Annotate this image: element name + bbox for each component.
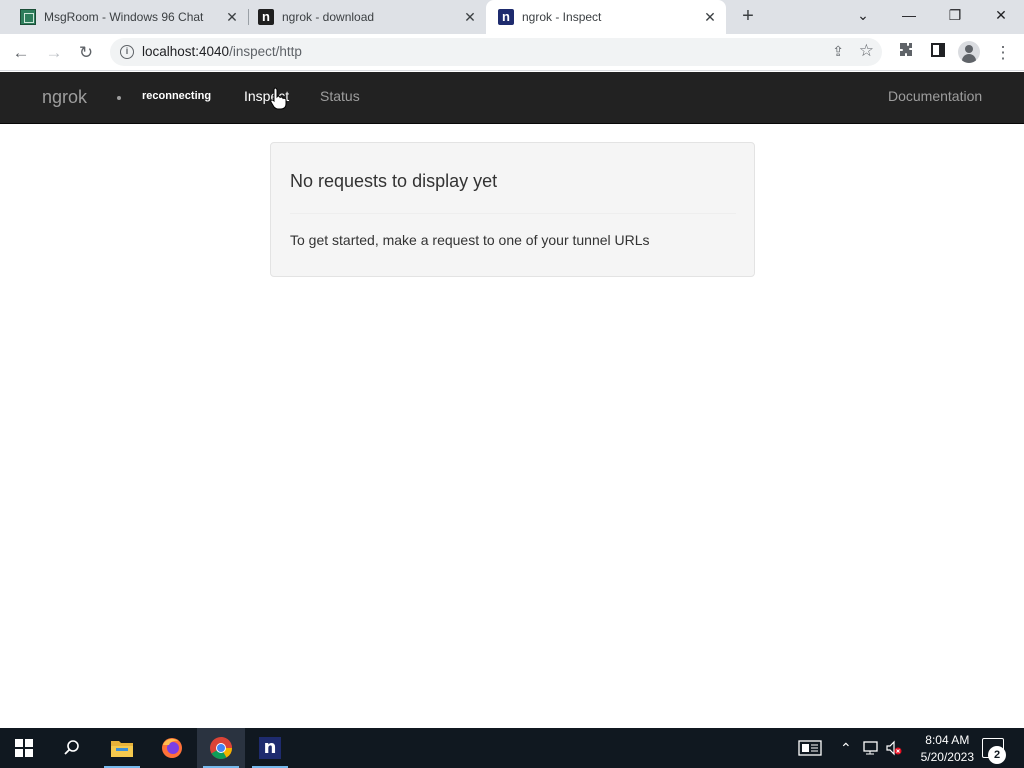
- new-tab-button[interactable]: +: [736, 4, 760, 28]
- tab-title: MsgRoom - Windows 96 Chat: [44, 10, 204, 24]
- notification-count-badge: 2: [988, 746, 1006, 764]
- chrome-icon[interactable]: [197, 728, 245, 768]
- firefox-icon[interactable]: [148, 728, 196, 768]
- address-bar[interactable]: i localhost:4040/inspect/http ⇪ ☆: [110, 38, 882, 66]
- profile-avatar-icon[interactable]: [958, 41, 980, 63]
- file-explorer-icon[interactable]: [98, 728, 146, 768]
- news-widget-icon[interactable]: [798, 740, 822, 759]
- network-icon[interactable]: [862, 740, 880, 759]
- bookmark-star-icon[interactable]: ☆: [859, 41, 874, 61]
- clock-time: 8:04 AM: [925, 733, 970, 747]
- windows-taskbar: n ⌃ 8:04 AM 5/20/2023 2: [0, 728, 1024, 768]
- msgroom-icon: [20, 9, 36, 25]
- nav-link-documentation[interactable]: Documentation: [888, 88, 982, 104]
- tab-msgroom[interactable]: MsgRoom - Windows 96 Chat ✕: [0, 0, 248, 34]
- close-icon[interactable]: ✕: [702, 9, 718, 25]
- panel-message: To get started, make a request to one of…: [290, 232, 650, 248]
- hand-cursor-icon: [270, 87, 287, 110]
- windows-start-icon[interactable]: [0, 728, 48, 768]
- tab-search-chevron-icon[interactable]: ⌄: [840, 0, 886, 30]
- connection-status: reconnecting: [142, 90, 212, 102]
- ngrok-taskbar-icon[interactable]: n: [246, 728, 294, 768]
- ngrok-icon: n: [498, 9, 514, 25]
- browser-tabstrip: MsgRoom - Windows 96 Chat ✕ n ngrok - do…: [0, 0, 1024, 34]
- nav-link-status[interactable]: Status: [320, 88, 360, 104]
- close-icon[interactable]: ✕: [462, 9, 478, 25]
- tray-chevron-up-icon[interactable]: ⌃: [840, 740, 852, 757]
- ngrok-icon: n: [258, 9, 274, 25]
- system-clock[interactable]: 8:04 AM 5/20/2023: [921, 732, 974, 766]
- minimize-icon[interactable]: —: [886, 0, 932, 30]
- connection-dot-icon: [117, 96, 121, 100]
- reload-icon[interactable]: ↻: [73, 40, 99, 66]
- back-arrow-icon[interactable]: ←: [8, 40, 34, 66]
- address-host: localhost:4040: [142, 44, 230, 59]
- address-path: /inspect/http: [229, 44, 302, 59]
- menu-kebab-icon[interactable]: ⋮: [990, 40, 1016, 66]
- browser-toolbar: ← → ↻ i localhost:4040/inspect/http ⇪ ☆ …: [0, 34, 1024, 71]
- clock-date: 5/20/2023: [920, 750, 974, 764]
- restore-icon[interactable]: ❐: [932, 0, 978, 30]
- panel-heading: No requests to display yet: [290, 171, 498, 191]
- tab-title: ngrok - download: [282, 10, 375, 24]
- forward-arrow-icon[interactable]: →: [41, 40, 67, 66]
- tab-ngrok-download[interactable]: n ngrok - download ✕: [238, 0, 486, 34]
- volume-muted-icon[interactable]: [885, 740, 903, 759]
- brand-logo[interactable]: ngrok: [42, 87, 87, 108]
- extensions-puzzle-icon[interactable]: [893, 40, 919, 66]
- tab-ngrok-inspect[interactable]: n ngrok - Inspect ✕: [486, 0, 726, 34]
- ngrok-navbar: ngrok reconnecting Inspect Status Docume…: [0, 72, 1024, 124]
- empty-requests-panel: No requests to display yet To get starte…: [270, 142, 755, 277]
- search-icon[interactable]: [48, 728, 96, 768]
- side-panel-icon[interactable]: [925, 40, 951, 66]
- site-info-icon[interactable]: i: [120, 45, 134, 59]
- address-url[interactable]: localhost:4040/inspect/http: [142, 44, 302, 59]
- panel-divider: [290, 213, 736, 214]
- window-close-icon[interactable]: ✕: [978, 0, 1024, 30]
- share-icon[interactable]: ⇪: [832, 43, 844, 60]
- tab-title: ngrok - Inspect: [522, 10, 602, 24]
